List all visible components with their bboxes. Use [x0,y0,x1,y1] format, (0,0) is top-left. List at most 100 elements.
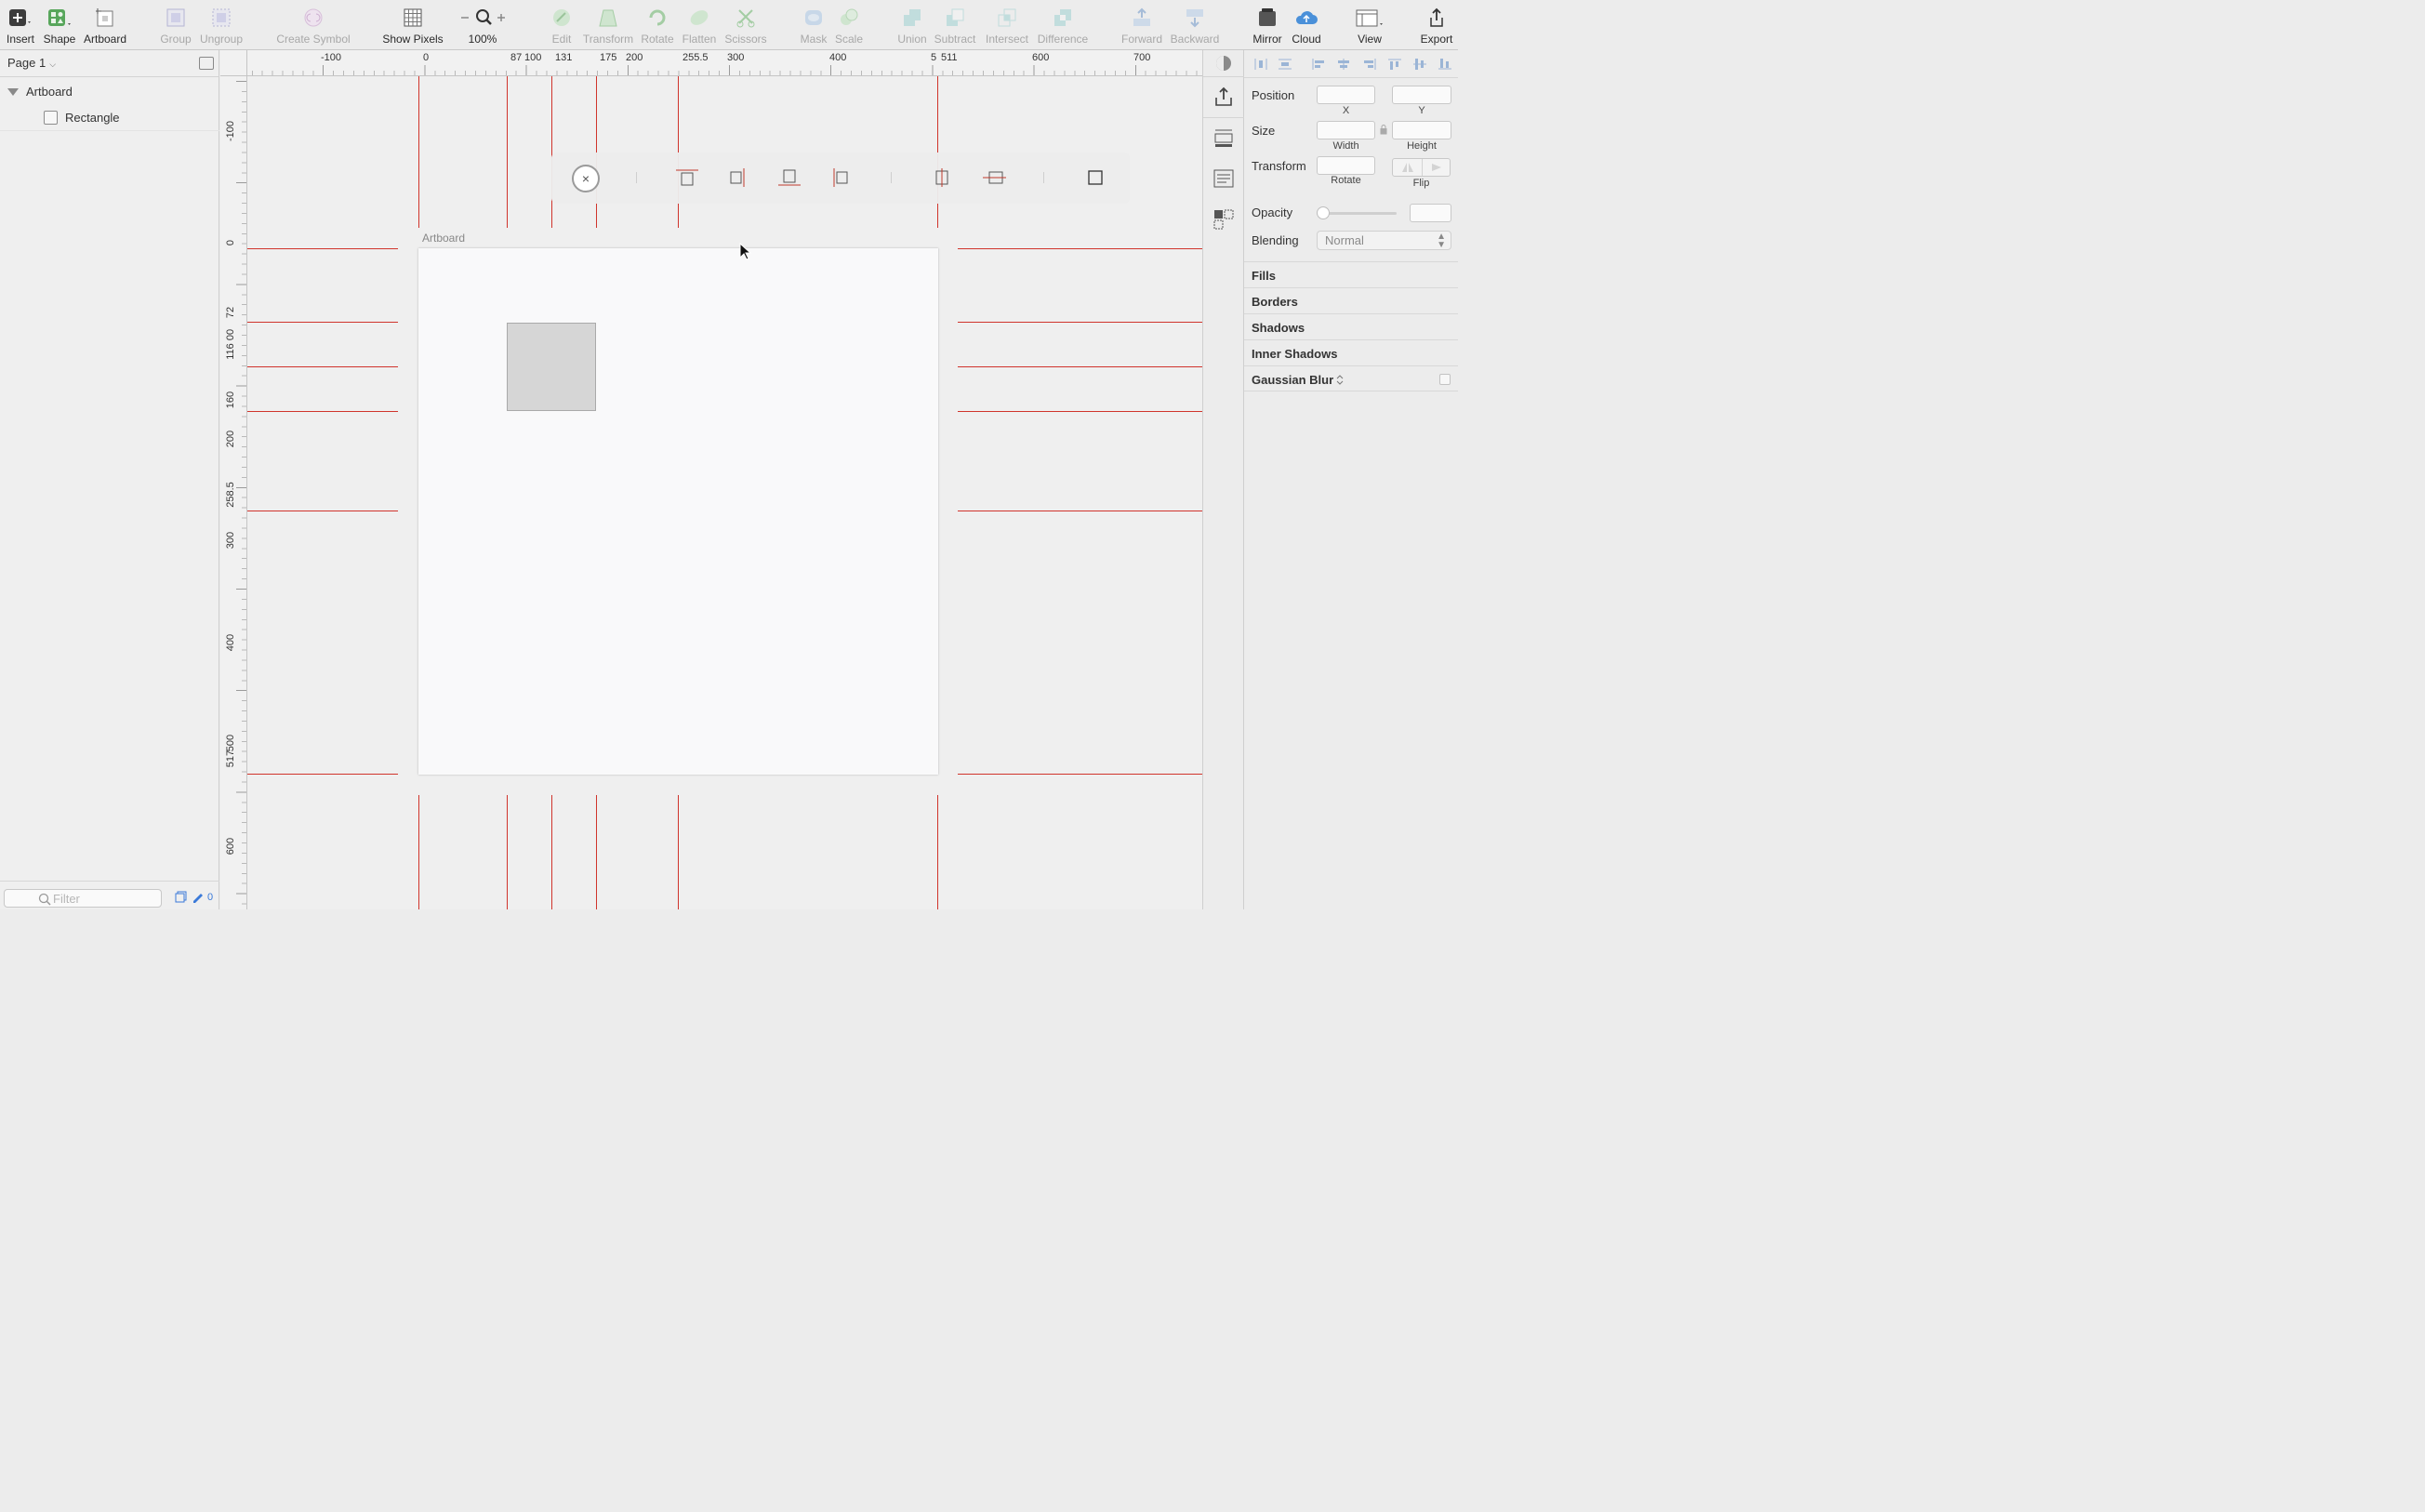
rotate-label: Rotate [1331,175,1361,186]
fill-artboard-icon[interactable] [1083,166,1107,190]
lock-ratio-icon[interactable] [1380,125,1387,135]
export-button[interactable]: Export [1404,6,1469,46]
distribute-vertical-icon[interactable] [1278,58,1292,71]
artboard-title[interactable]: Artboard [422,232,465,245]
toggle-pages-icon[interactable] [199,57,214,70]
gaussian-blur-section[interactable]: Gaussian Blur [1244,365,1458,391]
page-selector[interactable]: Page 1 ⌵ [7,56,56,70]
artboard[interactable] [418,248,938,775]
vertical-guide[interactable] [418,795,419,909]
show-pixels-button[interactable]: Show Pixels [380,6,445,46]
horizontal-guide[interactable] [247,774,398,775]
horizontal-guide[interactable] [958,322,1202,323]
vertical-guide[interactable] [551,76,552,228]
align-vertical-center-icon[interactable] [1412,58,1427,71]
rectangle-shape[interactable] [507,323,596,411]
horizontal-guide[interactable] [247,411,398,412]
horizontal-ruler[interactable]: -100 0 87 100 131 175 200 255.5 300 400 … [220,50,1202,76]
divider [0,76,219,77]
edited-filter-icon[interactable] [192,891,204,903]
ungroup-button[interactable]: Ungroup [189,6,254,46]
ruler-tick: 400 [225,633,236,652]
filter-input[interactable]: Filter [4,889,162,908]
close-icon[interactable]: × [572,165,600,192]
create-symbol-button[interactable]: Create Symbol [276,6,351,46]
vertical-guide[interactable] [596,795,597,909]
position-x-field[interactable] [1317,86,1375,104]
align-left-icon[interactable] [1311,58,1326,71]
align-top-icon[interactable] [1387,58,1402,71]
chevron-updown-icon[interactable] [1336,375,1344,385]
vertical-guide[interactable] [678,795,679,909]
shadows-section[interactable]: Shadows [1244,313,1458,339]
cloud-button[interactable]: Cloud [1274,6,1339,46]
align-center-vertical-icon[interactable] [982,166,1006,190]
blending-select[interactable]: Normal ▲ ▼ [1317,231,1451,250]
borders-section[interactable]: Borders [1244,287,1458,313]
flatten-icon [689,6,709,30]
blur-enable-checkbox[interactable] [1439,374,1451,385]
align-top-icon[interactable] [675,166,699,190]
zoom-control[interactable]: 100% [450,6,515,46]
ruler-tick: 300 [225,531,236,550]
inner-shadows-section[interactable]: Inner Shadows [1244,339,1458,365]
align-horizontal-center-icon[interactable] [1336,58,1351,71]
vertical-ruler[interactable]: -100 0 72 116 00 160 200 258.5 300 400 5… [220,76,247,909]
align-right-icon[interactable] [1362,58,1377,71]
ruler-tick: 100 [524,52,542,63]
opacity-slider-knob[interactable] [1317,206,1330,219]
align-left-icon[interactable] [828,166,853,190]
layout-icon[interactable] [1209,123,1239,153]
divider [1203,117,1244,118]
text-list-icon[interactable] [1209,164,1239,193]
width-field[interactable] [1317,121,1375,139]
ruler-tick: 0 [225,239,236,246]
align-bottom-icon[interactable] [1438,58,1452,71]
vertical-guide[interactable] [418,76,419,228]
share-export-icon[interactable] [1209,82,1239,112]
layer-item-rectangle[interactable]: Rectangle [44,111,120,125]
fills-section[interactable]: Fills [1244,261,1458,287]
ruler-tick: -100 [225,120,236,142]
distribute-horizontal-icon[interactable] [1253,58,1268,71]
height-field[interactable] [1392,121,1451,139]
symbol-override-icon[interactable] [1209,205,1239,234]
flip-vertical-icon[interactable] [1429,161,1444,174]
align-bottom-icon[interactable] [777,166,802,190]
backward-button[interactable]: Backward [1162,6,1227,46]
horizontal-guide[interactable] [247,322,398,323]
flip-buttons [1392,158,1451,177]
ruler-tick: 87 [510,52,523,63]
horizontal-guide[interactable] [247,366,398,367]
rotate-field[interactable] [1317,156,1375,175]
vertical-guide[interactable] [551,795,552,909]
horizontal-guide[interactable] [958,411,1202,412]
align-center-horizontal-icon[interactable] [930,166,954,190]
horizontal-guide[interactable] [247,248,398,249]
flip-horizontal-icon[interactable] [1400,161,1415,174]
x-label: X [1342,105,1350,116]
artboard-button[interactable]: Artboard [73,6,138,46]
ruler-tick: 5 [931,52,937,63]
symbol-icon [303,6,324,30]
inspector-toggle-icon[interactable] [1209,52,1239,74]
horizontal-guide[interactable] [958,366,1202,367]
vertical-guide[interactable] [507,795,508,909]
divider [0,130,219,131]
view-button[interactable]: View [1337,6,1402,46]
align-right-icon[interactable] [725,166,749,190]
layer-item-artboard[interactable]: Artboard [7,85,73,99]
symbol-filter-icon[interactable] [175,891,188,903]
difference-button[interactable]: Difference [1030,6,1095,46]
vertical-guide[interactable] [937,795,938,909]
horizontal-guide[interactable] [958,774,1202,775]
horizontal-guide[interactable] [958,248,1202,249]
disclosure-triangle-icon[interactable] [7,87,19,96]
scale-button[interactable]: Scale [816,6,881,46]
vertical-guide[interactable] [507,76,508,228]
opacity-field[interactable] [1410,204,1451,222]
layer-label: Artboard [26,85,73,99]
canvas[interactable]: -100 0 87 100 131 175 200 255.5 300 400 … [220,50,1202,909]
position-y-field[interactable] [1392,86,1451,104]
scissors-button[interactable]: Scissors [713,6,778,46]
